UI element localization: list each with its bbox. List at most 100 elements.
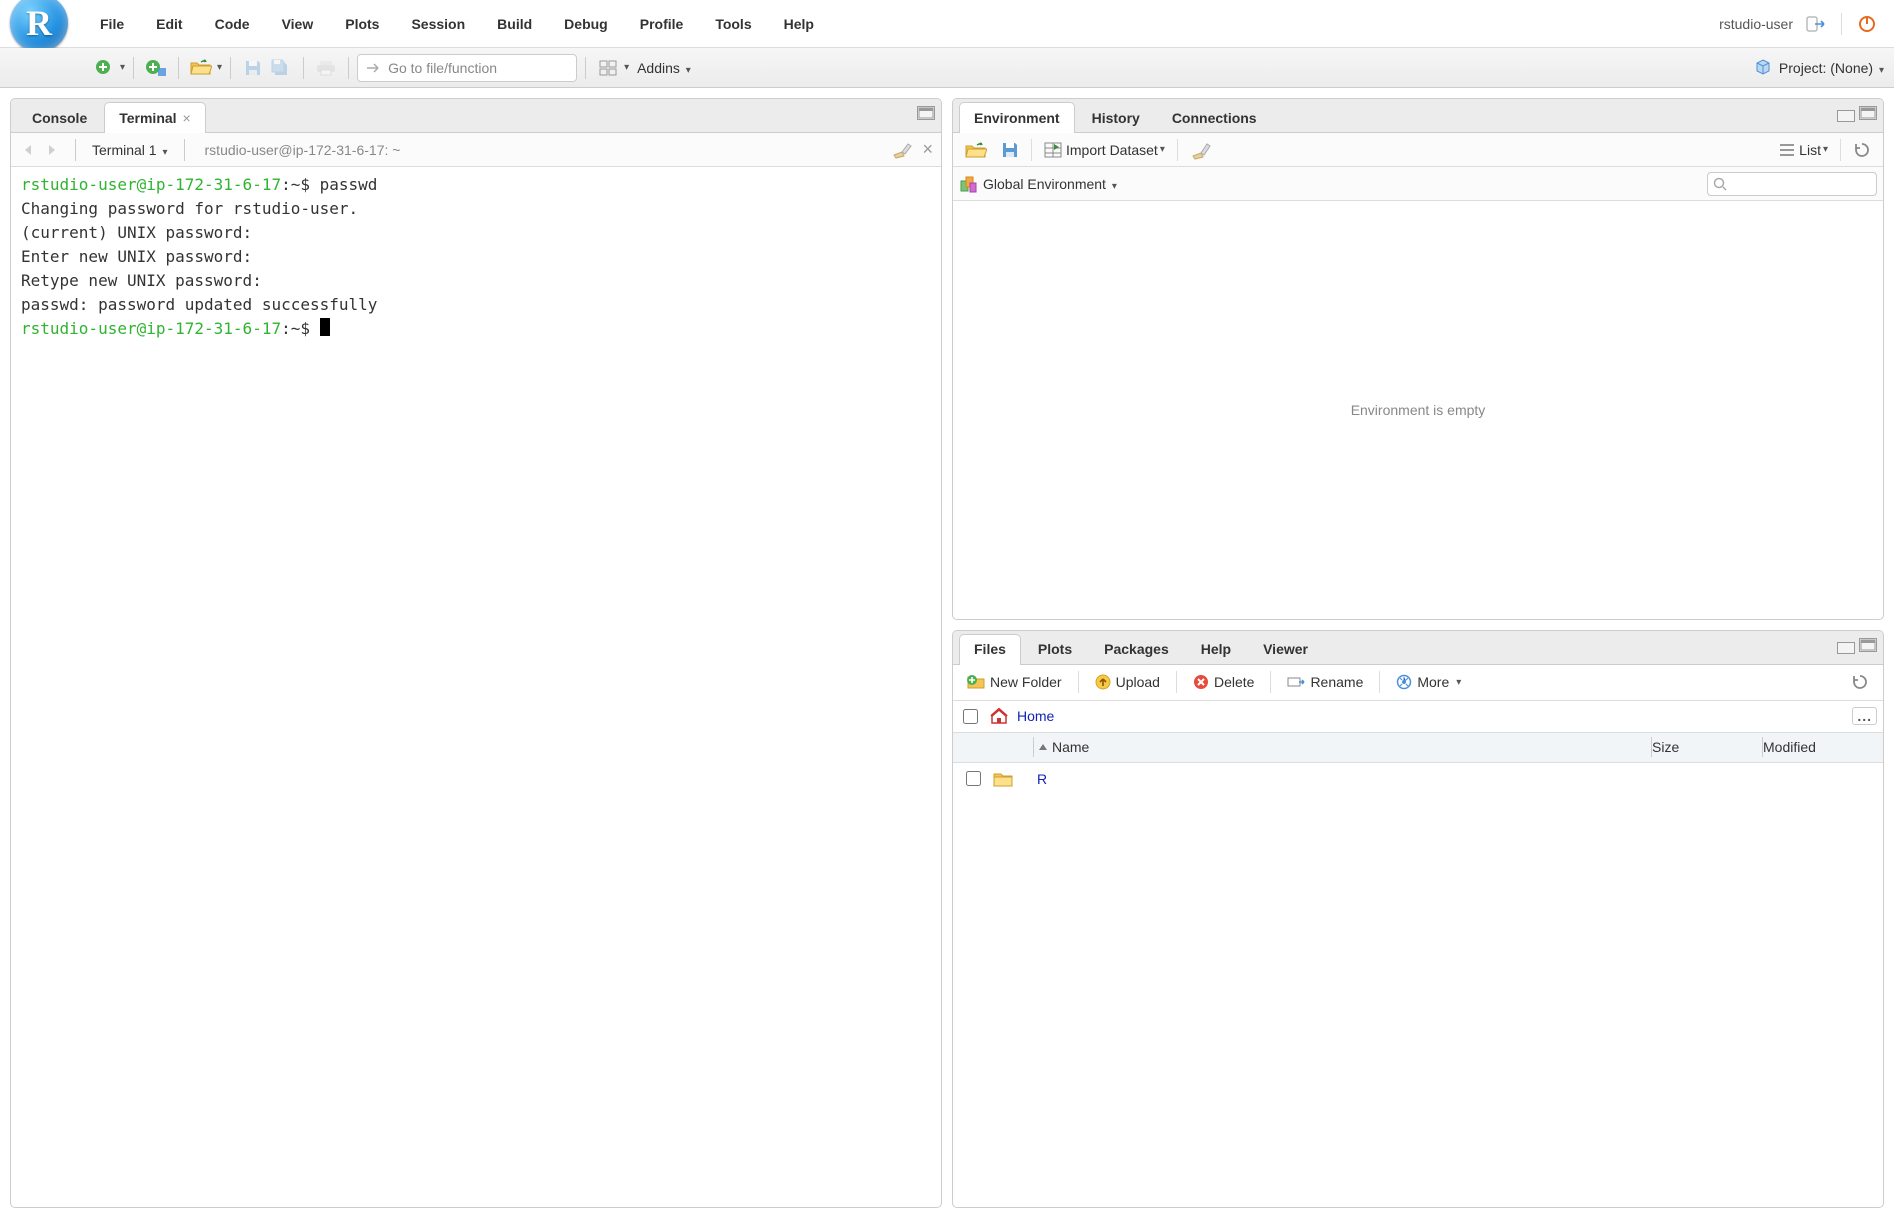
new-file-icon[interactable] (92, 56, 116, 80)
goto-arrow-icon (366, 61, 382, 75)
files-toolbar: New Folder Upload Delete Rename (953, 665, 1883, 701)
tab-history[interactable]: History (1077, 102, 1155, 132)
env-toolbar: Import Dataset ▾ List ▾ (953, 133, 1883, 167)
file-row-checkbox[interactable] (966, 771, 981, 786)
files-tabs: Files Plots Packages Help Viewer (953, 631, 1883, 665)
close-tab-icon[interactable]: × (183, 110, 191, 126)
menu-help[interactable]: Help (768, 16, 830, 32)
terminal-next-icon[interactable] (43, 141, 63, 159)
env-scope-bar: Global Environment ▾ (953, 167, 1883, 201)
menu-plots[interactable]: Plots (329, 16, 395, 32)
left-tabs: Console Terminal× (11, 99, 941, 133)
tab-packages[interactable]: Packages (1089, 634, 1184, 664)
print-icon[interactable] (314, 56, 338, 80)
save-workspace-icon[interactable] (995, 137, 1025, 163)
terminal-selector[interactable]: Terminal 1 ▾ (92, 142, 168, 158)
menu-session[interactable]: Session (395, 16, 481, 32)
breadcrumb-home[interactable]: Home (1017, 708, 1054, 724)
home-icon[interactable] (989, 707, 1009, 725)
search-icon (1713, 177, 1727, 191)
left-column: Console Terminal× (10, 98, 942, 1208)
files-column-header: Name Size Modified (953, 733, 1883, 763)
menu-file[interactable]: File (84, 16, 140, 32)
current-user: rstudio-user (1719, 16, 1793, 32)
import-dataset-button[interactable]: Import Dataset ▾ (1038, 137, 1171, 163)
scope-selector[interactable]: Global Environment ▾ (983, 176, 1117, 192)
clear-workspace-icon[interactable] (1184, 137, 1218, 163)
save-icon[interactable] (241, 56, 265, 80)
minimize-env-icon[interactable] (1837, 110, 1855, 122)
scope-icon (959, 175, 977, 193)
right-column: Environment History Connections (952, 98, 1884, 1208)
menu-tools[interactable]: Tools (699, 16, 767, 32)
project-cube-icon (1755, 60, 1775, 76)
more-button[interactable]: More ▾ (1388, 668, 1469, 696)
grid-view-icon[interactable] (596, 56, 620, 80)
minimize-files-icon[interactable] (1837, 642, 1855, 654)
column-modified-header[interactable]: Modified (1763, 739, 1883, 755)
open-file-icon[interactable] (189, 56, 213, 80)
close-terminal-icon[interactable]: × (922, 139, 933, 160)
new-folder-button[interactable]: New Folder (959, 668, 1070, 696)
menu-edit[interactable]: Edit (140, 16, 198, 32)
maximize-files-icon[interactable] (1859, 638, 1877, 652)
new-file-caret[interactable]: ▾ (120, 62, 125, 73)
upload-button[interactable]: Upload (1087, 668, 1168, 696)
refresh-files-icon[interactable] (1843, 668, 1877, 696)
tab-console[interactable]: Console (17, 102, 102, 132)
env-search[interactable] (1707, 172, 1877, 196)
tab-terminal[interactable]: Terminal× (104, 102, 206, 132)
column-name-header[interactable]: Name (1034, 739, 1651, 755)
tab-connections[interactable]: Connections (1157, 102, 1272, 132)
menu-view[interactable]: View (266, 16, 330, 32)
menubar: R File Edit Code View Plots Session Buil… (0, 0, 1894, 48)
terminal-prev-icon[interactable] (19, 141, 39, 159)
goto-placeholder: Go to file/function (388, 60, 497, 76)
rstudio-app: R File Edit Code View Plots Session Buil… (0, 0, 1894, 1218)
tab-environment[interactable]: Environment (959, 102, 1075, 132)
clear-terminal-icon[interactable] (892, 141, 912, 159)
main-toolbar: ▾ ▾ Go to file/function ▾ Addins ▾ (0, 48, 1894, 88)
menu-profile[interactable]: Profile (624, 16, 700, 32)
sort-asc-icon (1038, 742, 1048, 752)
project-menu[interactable]: Project: (None) ▾ (1755, 59, 1884, 76)
files-list: R (953, 763, 1883, 795)
folder-icon (993, 771, 1033, 787)
console-terminal-pane: Console Terminal× (10, 98, 942, 1208)
delete-button[interactable]: Delete (1185, 668, 1262, 696)
env-empty-message: Environment is empty (953, 201, 1883, 619)
column-size-header[interactable]: Size (1652, 739, 1762, 755)
open-file-caret[interactable]: ▾ (217, 62, 222, 73)
tab-files[interactable]: Files (959, 634, 1021, 664)
terminal-output[interactable]: rstudio-user@ip-172-31-6-17:~$ passwdCha… (11, 167, 941, 1207)
quit-session-icon[interactable] (1856, 13, 1878, 35)
tab-plots[interactable]: Plots (1023, 634, 1087, 664)
env-tabs: Environment History Connections (953, 99, 1883, 133)
terminal-toolbar: Terminal 1 ▾ rstudio-user@ip-172-31-6-17… (11, 133, 941, 167)
content-area: Console Terminal× (0, 88, 1894, 1218)
grid-view-caret[interactable]: ▾ (624, 62, 629, 73)
maximize-pane-icon[interactable] (917, 106, 935, 120)
new-project-icon[interactable] (144, 56, 168, 80)
rstudio-logo: R (10, 0, 68, 52)
menu-code[interactable]: Code (199, 16, 266, 32)
env-search-input[interactable] (1707, 172, 1877, 196)
list-view-button[interactable]: List ▾ (1773, 137, 1834, 163)
rename-button[interactable]: Rename (1279, 668, 1371, 696)
select-all-checkbox[interactable] (963, 709, 978, 724)
refresh-env-icon[interactable] (1847, 137, 1877, 163)
sign-out-icon[interactable] (1805, 13, 1827, 35)
terminal-path: rstudio-user@ip-172-31-6-17: ~ (205, 142, 401, 158)
breadcrumb-more-icon[interactable]: ... (1852, 707, 1877, 725)
save-all-icon[interactable] (269, 56, 293, 80)
menu-debug[interactable]: Debug (548, 16, 624, 32)
maximize-env-icon[interactable] (1859, 106, 1877, 120)
tab-viewer[interactable]: Viewer (1248, 634, 1323, 664)
goto-file-function[interactable]: Go to file/function (357, 54, 577, 82)
file-name[interactable]: R (1033, 771, 1653, 787)
tab-help[interactable]: Help (1186, 634, 1246, 664)
menu-build[interactable]: Build (481, 16, 548, 32)
load-workspace-icon[interactable] (959, 137, 993, 163)
addins-menu[interactable]: Addins ▾ (637, 60, 691, 76)
file-row[interactable]: R (953, 763, 1883, 795)
